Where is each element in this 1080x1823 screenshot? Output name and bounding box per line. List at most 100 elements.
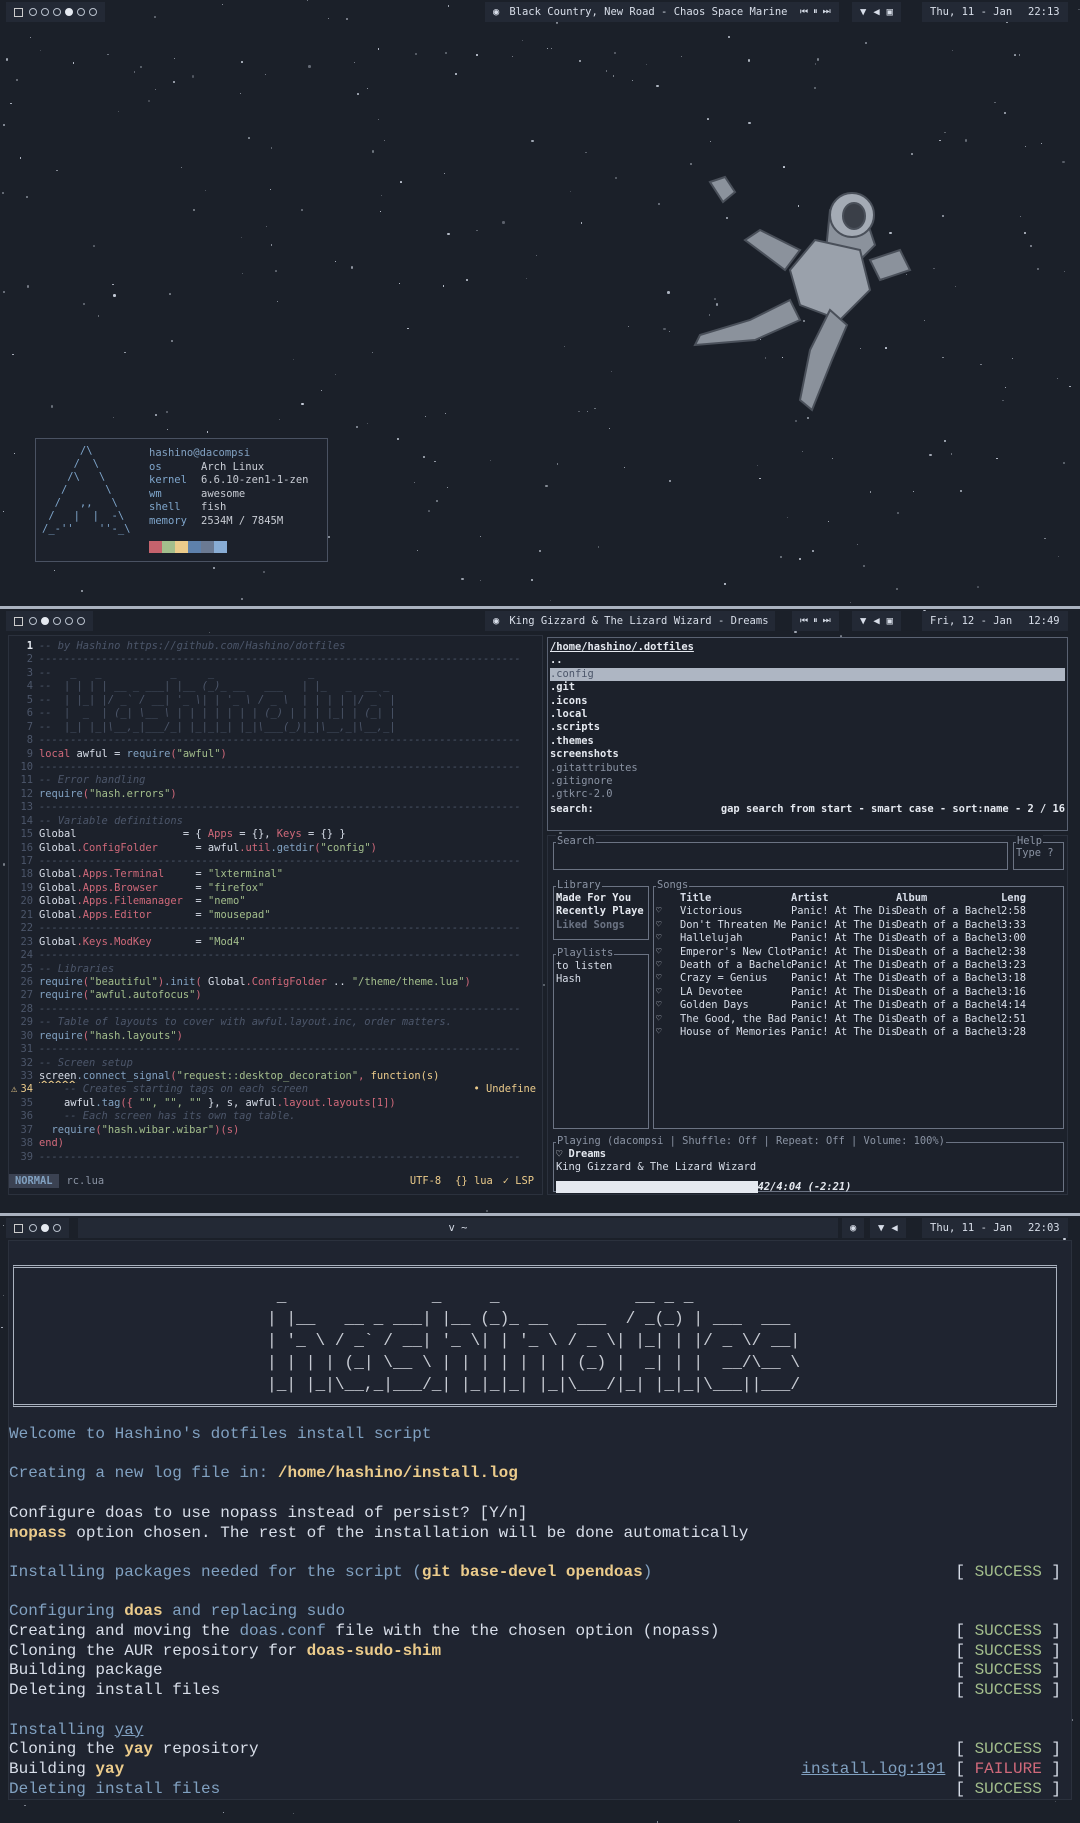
tag-1[interactable] xyxy=(29,1224,37,1232)
heart-icon[interactable]: ♡ xyxy=(656,905,680,918)
heart-icon[interactable]: ♡ xyxy=(656,919,680,932)
search-bar[interactable]: search: gap search from start - smart ca… xyxy=(550,803,1065,816)
info-value: fish xyxy=(201,501,227,513)
tag-4[interactable] xyxy=(65,8,73,16)
next-icon[interactable]: ⏭ xyxy=(823,7,831,17)
file-entry[interactable]: .git xyxy=(550,681,1065,694)
diagnostic-message[interactable]: • Undefine xyxy=(473,1083,536,1096)
now-playing-box: Playing (dacompsi | Shuffle: Off | Repea… xyxy=(553,1135,1064,1193)
tag-5[interactable] xyxy=(77,8,85,16)
file-entry[interactable]: .gitignore xyxy=(550,775,1065,788)
terminal-window[interactable]: _ _ _ __ _ _ | |__ __ _ ___| |__ (_)_ __… xyxy=(8,1240,1072,1800)
layout-icon[interactable] xyxy=(14,616,23,626)
song-row[interactable]: ♡ Golden Days Panic! At The Disc Death of a… xyxy=(656,999,1061,1012)
song-row[interactable]: ♡ LA Devotee Panic! At The Disc Death of a … xyxy=(656,986,1061,999)
heart-icon[interactable]: ♡ xyxy=(656,972,680,985)
code-token: .init xyxy=(164,975,196,988)
window-title[interactable]: v ~ xyxy=(78,1218,838,1238)
tag-5[interactable] xyxy=(77,617,85,625)
tag-4[interactable] xyxy=(65,617,73,625)
heart-icon[interactable]: ♡ xyxy=(656,932,680,945)
library-item[interactable]: Liked Songs xyxy=(556,919,646,932)
heart-icon[interactable]: ♡ xyxy=(656,946,680,959)
line-content: ----------------------------------------… xyxy=(39,949,521,962)
star xyxy=(512,56,514,58)
code-token: require xyxy=(126,747,171,760)
volume-icon[interactable]: ◀ xyxy=(891,1222,897,1234)
file-entry[interactable]: .gitattributes xyxy=(550,762,1065,775)
tag-6[interactable] xyxy=(89,8,97,16)
file-entry[interactable]: .themes xyxy=(550,735,1065,748)
next-icon[interactable]: ⏭ xyxy=(823,616,831,626)
wifi-icon[interactable]: ▼ xyxy=(860,615,866,627)
layout-icon[interactable] xyxy=(14,7,23,17)
progress-bar[interactable]: 42/4:04 (-2:21) xyxy=(556,1180,1061,1193)
log-link[interactable]: install.log:191 xyxy=(801,1760,945,1778)
music-icon[interactable]: ◉ xyxy=(842,1218,865,1238)
song-row[interactable]: ♡ Emperor's New Clot Panic! At The Disc Dea… xyxy=(656,946,1061,959)
tag-2[interactable] xyxy=(41,1224,49,1232)
file-entry[interactable]: .. xyxy=(550,654,1065,667)
heart-icon[interactable]: ♡ xyxy=(656,1026,680,1039)
discord-icon[interactable]: ▣ xyxy=(887,615,893,627)
line-content: -- | _ | (_| \__ \ | | | | | | | (_) | |… xyxy=(39,707,396,720)
volume-icon[interactable]: ◀ xyxy=(873,6,879,18)
info-row: wm awesome xyxy=(149,488,308,502)
pause-icon[interactable]: ⏸ xyxy=(813,616,818,626)
song-row[interactable]: ♡ The Good, the Bad Panic! At The Disc Deat… xyxy=(656,1013,1061,1026)
column-header[interactable]: Title xyxy=(680,892,791,905)
layout-icon[interactable] xyxy=(14,1223,23,1233)
column-header[interactable]: Leng xyxy=(1001,892,1031,905)
library-item[interactable]: Recently Playe xyxy=(556,905,646,918)
file-entry[interactable]: .icons xyxy=(550,695,1065,708)
discord-icon[interactable]: ▣ xyxy=(887,6,893,18)
song-row[interactable]: ♡ Crazy = Genius Panic! At The Disc Death o… xyxy=(656,972,1061,985)
file-entry[interactable]: .gtkrc-2.0 xyxy=(550,788,1065,801)
wifi-icon[interactable]: ▼ xyxy=(860,6,866,18)
playlist-item[interactable]: Hash xyxy=(556,973,646,986)
now-playing-widget[interactable]: ◉ King Gizzard & The Lizard Wizard - Dre… xyxy=(485,611,775,631)
column-header[interactable]: Album xyxy=(896,892,1001,905)
file-entry[interactable]: .scripts xyxy=(550,721,1065,734)
heart-icon[interactable]: ♡ xyxy=(656,1013,680,1026)
song-row[interactable]: ♡ Death of a Bachelo Panic! At The Disc Dea… xyxy=(656,959,1061,972)
column-header[interactable]: Artist xyxy=(791,892,896,905)
song-row[interactable]: ♡ Hallelujah Panic! At The Disc Death of a … xyxy=(656,932,1061,945)
song-row[interactable]: ♡ Victorious Panic! At The Disc Death of a … xyxy=(656,905,1061,918)
tag-2[interactable] xyxy=(41,617,49,625)
music-search-input[interactable]: Search xyxy=(553,835,1008,870)
file-manager[interactable]: /home/hashino/.dotfiles .. .config .git .ic… xyxy=(547,637,1068,831)
wifi-icon[interactable]: ▼ xyxy=(878,1222,884,1234)
tag-3[interactable] xyxy=(53,617,61,625)
volume-icon[interactable]: ◀ xyxy=(873,615,879,627)
playlist-item[interactable]: to listen xyxy=(556,960,646,973)
line-content: screen.connect_signal("request::desktop_… xyxy=(39,1070,439,1083)
bracket: [ xyxy=(955,1759,975,1778)
log-text: yay xyxy=(124,1740,154,1759)
song-cell: 2:51 xyxy=(1001,1012,1027,1025)
tag-1[interactable] xyxy=(29,617,37,625)
file-entry[interactable]: screenshots xyxy=(550,748,1065,761)
tag-2[interactable] xyxy=(41,8,49,16)
neovim-editor[interactable]: 1 -- by Hashino https://github.com/Hashin… xyxy=(8,635,543,1195)
prev-icon[interactable]: ⏮ xyxy=(800,616,808,626)
file-entry[interactable]: .config xyxy=(550,667,1065,682)
song-row[interactable]: ♡ Don't Threaten Me Panic! At The Disc Deat… xyxy=(656,919,1061,932)
heart-icon[interactable]: ♡ xyxy=(656,999,680,1012)
heart-icon[interactable]: ♡ xyxy=(656,959,680,972)
line-content: ----------------------------------------… xyxy=(39,761,521,774)
prev-icon[interactable]: ⏮ xyxy=(800,7,808,17)
code-line: 18 Global.Apps.Terminal = "lxterminal" xyxy=(9,868,542,881)
warning-icon[interactable]: ⚠ xyxy=(11,1083,17,1096)
song-row[interactable]: ♡ House of Memories Panic! At The Disc Deat… xyxy=(656,1026,1061,1039)
heart-icon[interactable]: ♡ xyxy=(656,986,680,999)
tag-1[interactable] xyxy=(29,8,37,16)
pause-icon[interactable]: ⏸ xyxy=(813,7,818,17)
tag-3[interactable] xyxy=(53,8,61,16)
file-entry[interactable]: .local xyxy=(550,708,1065,721)
now-playing-widget[interactable]: ◉ Black Country, New Road - Chaos Space … xyxy=(485,2,810,22)
star xyxy=(1012,357,1014,359)
tag-3[interactable] xyxy=(53,1224,61,1232)
library-item[interactable]: Made For You xyxy=(556,892,646,905)
help-box[interactable]: Help Type ? xyxy=(1013,835,1064,870)
